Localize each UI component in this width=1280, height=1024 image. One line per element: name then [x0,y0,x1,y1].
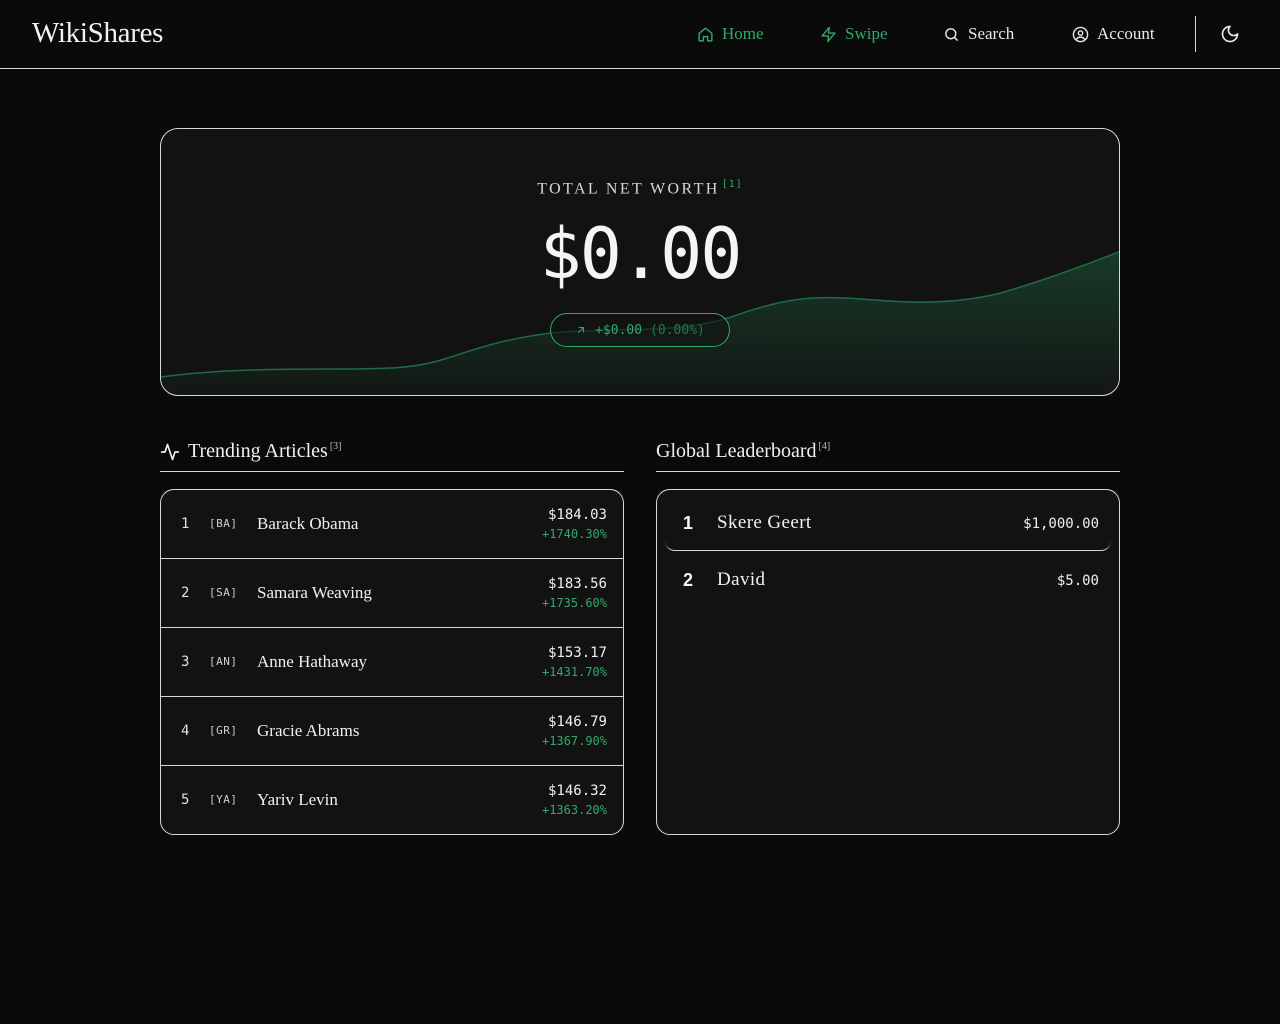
trending-name: Samara Weaving [257,583,372,602]
trending-row[interactable]: 4 [GR] Gracie Abrams $146.79 +1367.90% [161,697,623,766]
leaderboard-row[interactable]: 1 Skere Geert $1,000.00 [665,498,1111,551]
nav-account[interactable]: Account [1072,22,1155,46]
trending-row[interactable]: 3 [AN] Anne Hathaway $153.17 +1431.70% [161,628,623,697]
nav-home[interactable]: Home [697,22,764,46]
footnote-ref[interactable]: [1] [722,179,743,190]
nav-search[interactable]: Search [943,22,1014,46]
top-navbar: WikiShares Home Swipe Search Account [0,0,1280,69]
leaderboard-name: David [717,569,766,590]
trending-rank: 2 [181,585,190,601]
trending-change: +1740.30% [541,527,607,541]
nav-divider [1195,16,1196,52]
footnote-ref[interactable]: [4] [818,441,830,452]
trending-rank: 1 [181,516,190,532]
nav-search-label: Search [968,24,1015,43]
trending-row[interactable]: 1 [BA] Barack Obama $184.03 +1740.30% [161,490,623,559]
trending-code: [GR] [209,724,238,737]
trending-change: +1367.90% [541,734,607,748]
leaderboard-list: 1 Skere Geert $1,000.00 2 David $5.00 [656,489,1120,835]
net-worth-change: +$0.00 [595,322,643,338]
trending-list: 1 [BA] Barack Obama $184.03 +1740.30% 2 … [160,489,624,835]
trending-name: Gracie Abrams [257,721,360,740]
app-logo[interactable]: WikiShares [32,17,163,50]
trending-change: +1431.70% [541,665,607,679]
trending-price: $146.32 [547,783,607,799]
trending-price: $146.79 [547,714,607,730]
leaderboard-heading: Global Leaderboard [4] [656,436,1120,472]
net-worth-change-badge: +$0.00 (0.00%) [550,313,730,347]
theme-toggle-button[interactable] [1220,24,1240,44]
trending-code: [AN] [209,655,238,668]
trending-rank: 3 [181,654,190,670]
trending-name: Anne Hathaway [257,652,367,671]
footnote-ref[interactable]: [3] [330,441,342,452]
trending-name: Yariv Levin [257,790,338,809]
nav-swipe-label: Swipe [845,24,888,43]
lightning-icon [821,26,836,42]
nav-account-label: Account [1097,24,1155,43]
leaderboard-value: $5.00 [1056,573,1099,589]
nav-home-label: Home [722,24,764,43]
trending-code: [SA] [209,586,238,599]
trending-rank: 4 [181,723,190,739]
net-worth-value: $0.00 [539,213,743,295]
leaderboard-row[interactable]: 2 David $5.00 [665,555,1111,608]
trending-change: +1363.20% [541,803,607,817]
trending-code: [BA] [209,517,238,530]
net-worth-change-pct: (0.00%) [650,322,705,338]
user-circle-icon [1072,26,1089,42]
trending-rank: 5 [181,792,190,808]
leaderboard-rank: 2 [683,570,694,590]
nav-swipe[interactable]: Swipe [820,22,888,46]
trending-row[interactable]: 5 [YA] Yariv Levin $146.32 +1363.20% [161,766,623,834]
trending-price: $153.17 [547,645,607,661]
leaderboard-title: Global Leaderboard [656,440,817,462]
arrow-up-right-icon [578,327,585,333]
trending-code: [YA] [209,793,238,806]
net-worth-card: TOTAL NET WORTH [1] $0.00 +$0.00 (0.00%) [160,128,1120,396]
search-icon [945,27,958,41]
trending-heading: Trending Articles [3] [160,436,624,472]
net-worth-label: TOTAL NET WORTH [1] [537,179,743,198]
trending-name: Barack Obama [257,514,359,533]
trending-row[interactable]: 2 [SA] Samara Weaving $183.56 +1735.60% [161,559,623,628]
home-icon [698,26,713,42]
trending-price: $184.03 [547,507,607,523]
leaderboard-value: $1,000.00 [1023,516,1099,532]
moon-icon [1221,25,1239,43]
trending-price: $183.56 [547,576,607,592]
leaderboard-rank: 1 [683,513,694,533]
trending-title: Trending Articles [188,440,328,462]
activity-icon [160,443,180,461]
trending-change: +1735.60% [541,596,607,610]
leaderboard-name: Skere Geert [717,512,812,533]
